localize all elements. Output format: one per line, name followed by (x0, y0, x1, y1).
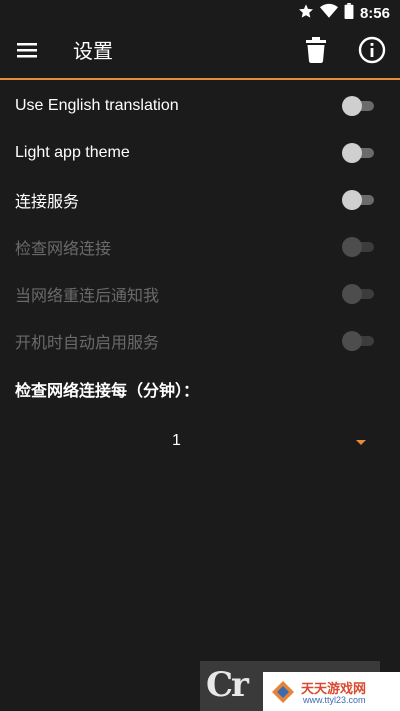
setting-label: Light app theme (15, 143, 130, 161)
toggle-switch[interactable] (342, 95, 374, 117)
interval-dropdown[interactable]: 1 (0, 420, 400, 466)
interval-selected-value: 1 (172, 432, 181, 449)
switch-thumb (342, 189, 362, 210)
menu-button[interactable] (10, 34, 46, 70)
status-time: 8:56 (359, 4, 390, 22)
site-url: www.ttyl23.com (303, 695, 366, 705)
toggle-switch[interactable] (342, 142, 374, 164)
app-toolbar: 设置 (0, 26, 400, 78)
watermark-logo: Cr (206, 665, 249, 705)
battery-icon (344, 2, 354, 24)
setting-use-english[interactable]: Use English translation (0, 82, 400, 129)
setting-label: 检查网络连接 (15, 240, 112, 258)
setting-autostart-boot: 开机时自动启用服务 (0, 317, 400, 364)
page-title: 设置 (73, 41, 113, 63)
site-logo-icon (271, 680, 295, 704)
setting-label: Use English translation (15, 96, 179, 114)
delete-button[interactable] (298, 34, 334, 70)
switch-thumb (342, 95, 362, 116)
status-bar: 8:56 (0, 0, 400, 26)
switch-thumb (342, 330, 362, 351)
setting-check-network: 检查网络连接 (0, 223, 400, 270)
switch-thumb (342, 283, 362, 304)
info-button[interactable] (354, 34, 390, 70)
switch-thumb (342, 142, 362, 163)
toggle-switch (342, 330, 374, 352)
switch-thumb (342, 236, 362, 257)
star-icon (298, 3, 314, 24)
setting-label: 连接服务 (15, 193, 80, 211)
setting-connect-service[interactable]: 连接服务 (0, 176, 400, 223)
status-icons: 8:56 (298, 2, 390, 24)
interval-heading: 检查网络连接每（分钟）： (15, 383, 200, 400)
setting-notify-reconnect: 当网络重连后通知我 (0, 270, 400, 317)
toggle-switch (342, 236, 374, 258)
settings-list: Use English translation Light app theme … (0, 82, 400, 364)
setting-label: 开机时自动启用服务 (15, 334, 160, 352)
wifi-icon (319, 3, 338, 24)
info-icon (358, 36, 386, 69)
toolbar-divider (0, 78, 400, 80)
watermark-badge: 天天游戏网 www.ttyl23.com (263, 672, 400, 711)
menu-icon (17, 42, 39, 63)
toggle-switch[interactable] (342, 189, 374, 211)
setting-label: 当网络重连后通知我 (15, 287, 160, 305)
trash-icon (306, 36, 326, 68)
dropdown-arrow-icon (356, 440, 366, 445)
setting-light-theme[interactable]: Light app theme (0, 129, 400, 176)
toggle-switch (342, 283, 374, 305)
